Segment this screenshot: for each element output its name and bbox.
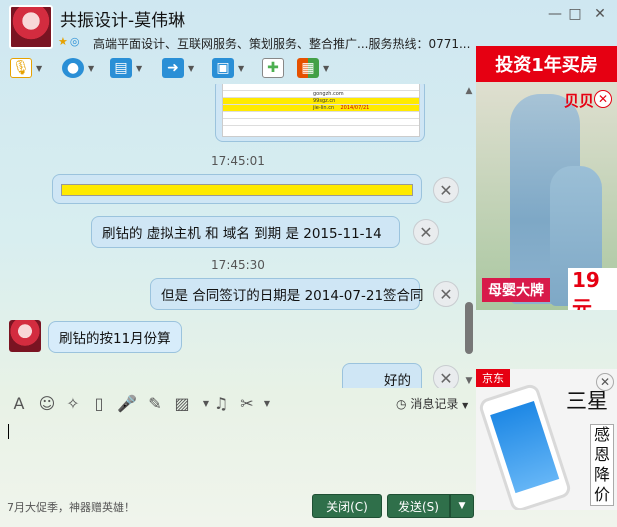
minimize-button[interactable]: — xyxy=(545,6,565,22)
scroll-down-arrow[interactable]: ▼ xyxy=(462,376,476,386)
recall-message-button[interactable]: ✕ xyxy=(433,281,459,307)
contact-name: 共振设计-莫伟琳 xyxy=(60,11,186,31)
title-bar: 共振设计-莫伟琳 ★ ◎ 高端平面设计、互联网服务、策划服务、整合推广...服务热… xyxy=(0,0,476,56)
contact-signature: 高端平面设计、互联网服务、策划服务、整合推广...服务热线：0771... xyxy=(93,37,471,51)
message-bubble[interactable]: 好的 xyxy=(342,363,422,388)
maximize-button[interactable]: □ xyxy=(565,6,585,22)
chevron-down-icon: ▼ xyxy=(458,501,466,511)
friend-avatar[interactable] xyxy=(9,320,41,352)
recall-message-button[interactable]: ✕ xyxy=(433,365,459,388)
screenshot-image[interactable]: gongzh.com 99sgz.cn jie-lin.cn 2014/07/2… xyxy=(222,84,420,137)
chevron-down-icon: ▼ xyxy=(238,63,245,73)
chevron-down-icon: ▼ xyxy=(323,63,330,73)
ad-price: 19元 xyxy=(568,268,617,310)
status-icons: ★ ◎ xyxy=(58,35,81,48)
ad-close-button[interactable]: ✕ xyxy=(596,373,614,391)
remote-assist-icon: ▣ xyxy=(212,58,234,78)
scroll-thumb[interactable] xyxy=(465,302,473,354)
image-message[interactable] xyxy=(52,174,422,204)
send-options-button[interactable]: ▼ xyxy=(450,494,474,518)
recall-message-button[interactable]: ✕ xyxy=(433,177,459,203)
thumb-row: jie-lin.cn 2014/07/21 xyxy=(223,105,419,112)
chevron-down-icon[interactable]: ▼ xyxy=(256,399,278,408)
message-list[interactable]: gongzh.com 99sgz.cn jie-lin.cn 2014/07/2… xyxy=(0,84,476,388)
image-icon[interactable]: ▨ xyxy=(171,394,193,413)
edit-icon[interactable]: ✎ xyxy=(144,394,166,413)
message-timestamp: 17:45:30 xyxy=(211,258,265,272)
screenshot-image[interactable] xyxy=(61,184,413,196)
image-message[interactable]: gongzh.com 99sgz.cn jie-lin.cn 2014/07/2… xyxy=(215,84,425,142)
chat-add-icon: ✚ xyxy=(262,58,284,78)
ad-banner-bottom[interactable]: 京东 三星 感恩降价 ✕ xyxy=(476,369,617,510)
webcam-icon: ● xyxy=(62,58,84,78)
magic-wand-icon[interactable]: ✧ xyxy=(62,394,84,413)
thumb-text: 99sgz.cn xyxy=(223,98,419,105)
close-button[interactable]: 关闭(C) xyxy=(312,494,382,518)
chevron-down-icon: ▼ xyxy=(36,63,43,73)
ad-slogan: 感恩降价 xyxy=(590,424,614,506)
ad-footer: 母婴大牌 xyxy=(482,278,550,302)
screen-share-button[interactable]: ▤ ▼ xyxy=(110,56,142,80)
promo-text[interactable]: 7月大促季，神器赠英雄！ xyxy=(7,499,135,515)
voice-call-button[interactable]: 🎙 ▼ xyxy=(10,56,42,80)
input-toolbar: A ☺ ✧ ▯ 🎤 ✎ ▨ ▼ ♫ ✂ ▼ ◷ 消息记录 ▼ xyxy=(0,390,476,416)
message-bubble[interactable]: 刷钻的按11月份算 xyxy=(48,321,182,353)
file-transfer-button[interactable]: ➜ ▼ xyxy=(162,56,194,80)
remote-assist-button[interactable]: ▣ ▼ xyxy=(212,56,244,80)
chat-toolbar: 🎙 ▼ ● ▼ ▤ ▼ ➜ ▼ ▣ ▼ ✚ ▦ ▼ xyxy=(0,56,476,82)
chevron-down-icon: ▼ xyxy=(88,63,95,73)
music-icon[interactable]: ♫ xyxy=(210,394,232,413)
text-cursor xyxy=(8,424,9,439)
thumb-text: gongzh.com xyxy=(223,91,419,98)
chat-scrollbar[interactable]: ▲ ▼ xyxy=(462,84,476,388)
video-call-button[interactable]: ● ▼ xyxy=(62,56,94,80)
recall-message-button[interactable]: ✕ xyxy=(413,219,439,245)
apps-button[interactable]: ▦ ▼ xyxy=(297,56,329,80)
file-transfer-icon: ➜ xyxy=(162,58,184,78)
ad-banner-top[interactable]: 投资1年买房 贝贝 ✕ 母婴大牌 19元 xyxy=(476,46,617,310)
ad-headline: 投资1年买房 xyxy=(476,46,617,82)
history-label: 消息记录 xyxy=(410,397,459,411)
close-window-button[interactable]: ✕ xyxy=(590,6,610,22)
contact-avatar[interactable] xyxy=(9,5,53,49)
shake-icon[interactable]: ▯ xyxy=(88,394,110,413)
chevron-down-icon: ▼ xyxy=(188,63,195,73)
message-history-button[interactable]: ◷ 消息记录 ▼ xyxy=(396,395,468,412)
message-bubble[interactable]: 刷钻的 虚拟主机 和 域名 到期 是 2015-11-14 xyxy=(91,216,400,248)
font-icon[interactable]: A xyxy=(8,394,30,413)
ad-brand-logo: 贝贝 xyxy=(564,92,595,110)
message-timestamp: 17:45:01 xyxy=(211,154,265,168)
voice-message-icon[interactable]: 🎤 xyxy=(116,394,138,413)
scissors-icon[interactable]: ✂ xyxy=(236,394,258,413)
ad-close-button[interactable]: ✕ xyxy=(594,90,612,108)
microphone-icon: 🎙 xyxy=(10,58,32,78)
ad-phone-image xyxy=(477,382,573,510)
create-discussion-button[interactable]: ✚ xyxy=(262,56,284,80)
message-bubble[interactable]: 但是 合同签订的日期是 2014-07-21签合同 xyxy=(150,278,424,310)
emoji-icon[interactable]: ☺ xyxy=(36,394,58,413)
chevron-down-icon: ▼ xyxy=(462,401,469,410)
screen-share-icon: ▤ xyxy=(110,58,132,78)
qzone-icon: ◎ xyxy=(69,35,80,48)
send-button[interactable]: 发送(S) xyxy=(387,494,450,518)
clock-icon: ◷ xyxy=(396,397,407,411)
star-icon: ★ xyxy=(58,35,68,48)
message-input[interactable] xyxy=(4,418,474,488)
scroll-up-arrow[interactable]: ▲ xyxy=(462,86,476,96)
chevron-down-icon: ▼ xyxy=(136,63,143,73)
apps-icon: ▦ xyxy=(297,58,319,78)
ad-shop-tag: 京东 xyxy=(476,369,510,387)
